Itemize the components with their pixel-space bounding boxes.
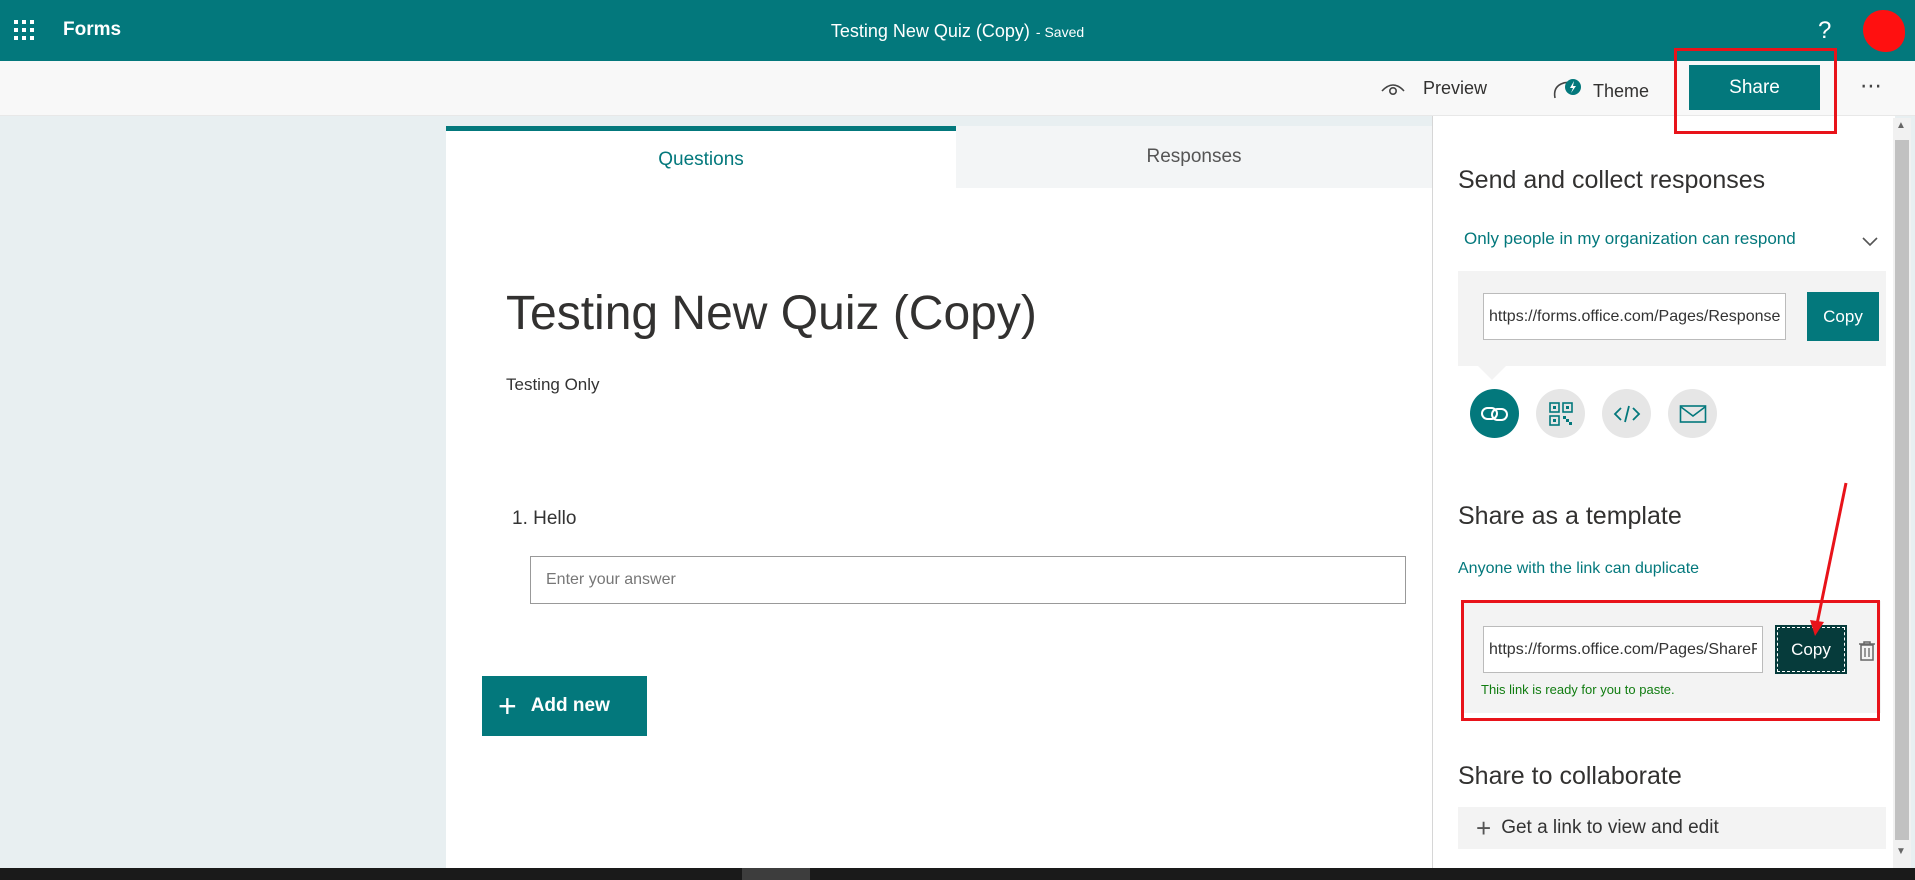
top-bar: Forms Testing New Quiz (Copy) - Saved ? [0,0,1915,61]
embed-button[interactable] [1602,389,1651,438]
share-panel: Send and collect responses Only people i… [1432,116,1895,870]
add-new-label: Add new [530,695,610,716]
get-edit-link-button[interactable]: + Get a link to view and edit [1458,807,1886,849]
scroll-down-arrow-icon[interactable]: ▼ [1896,846,1906,857]
more-options-icon[interactable]: ⋯ [1860,73,1884,99]
scroll-up-arrow-icon[interactable]: ▲ [1896,120,1906,131]
command-bar: Preview Theme Share ⋯ [0,61,1915,116]
form-description[interactable]: Testing Only [506,375,600,395]
email-button[interactable] [1668,389,1717,438]
taskbar-active-item[interactable] [742,868,810,880]
audience-dropdown-value: Only people in my organization can respo… [1464,229,1796,248]
saved-status: - Saved [1035,24,1085,40]
qr-code-icon [1548,401,1573,426]
qr-code-button[interactable] [1536,389,1585,438]
theme-label: Theme [1593,80,1650,101]
plus-icon: + [498,688,517,724]
response-link-box: Copy [1458,271,1886,366]
link-icon [1480,406,1508,421]
preview-button[interactable]: Preview [1381,78,1487,99]
link-box-pointer [1478,366,1506,380]
scrollbar-thumb[interactable] [1895,140,1909,840]
question-text: Hello [533,508,577,529]
answer-input[interactable] [530,556,1406,604]
document-title: Testing New Quiz (Copy) - Saved [0,21,1915,42]
link-share-button[interactable] [1470,389,1519,438]
question-title[interactable]: 1. Hello [512,508,576,530]
audience-dropdown[interactable]: Only people in my organization can respo… [1464,229,1879,249]
chevron-down-icon [1862,237,1878,247]
template-permission-link[interactable]: Anyone with the link can duplicate [1458,560,1699,578]
response-url-field[interactable] [1483,293,1786,340]
help-icon[interactable]: ? [1818,17,1831,45]
share-collaborate-heading: Share to collaborate [1458,762,1682,790]
share-template-heading: Share as a template [1458,502,1682,530]
taskbar [0,868,1915,880]
form-title[interactable]: Testing New Quiz (Copy) [506,286,1037,341]
question-number: 1. [512,508,528,529]
preview-label: Preview [1423,78,1488,98]
get-edit-link-label: Get a link to view and edit [1501,817,1719,838]
email-icon [1679,404,1706,423]
theme-button[interactable]: Theme [1551,78,1649,104]
theme-icon [1553,79,1581,99]
plus-icon: + [1476,812,1492,843]
embed-icon [1613,405,1640,422]
copy-response-link-button[interactable]: Copy [1807,292,1879,341]
tab-questions[interactable]: Questions [446,126,956,188]
annotation-share-highlight [1674,48,1837,134]
annotation-template-highlight [1461,600,1880,721]
form-editor: Questions Responses Testing New Quiz (Co… [446,126,1432,870]
eye-icon [1381,83,1405,95]
send-collect-heading: Send and collect responses [1458,166,1766,194]
tab-responses[interactable]: Responses [956,126,1432,188]
document-title-text: Testing New Quiz (Copy) [830,21,1030,41]
avatar[interactable] [1863,10,1905,52]
add-new-button[interactable]: + Add new [482,676,647,736]
